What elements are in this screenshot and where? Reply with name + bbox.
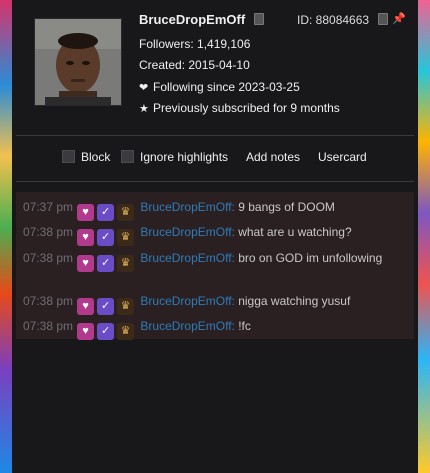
- message-username[interactable]: BruceDropEmOff:: [140, 225, 234, 239]
- wallpaper-left: [0, 0, 12, 473]
- copy-icon[interactable]: [254, 13, 265, 25]
- chat-message[interactable]: 07:37 pm ♥ ✓ ♛ BruceDropEmOff: 9 bangs of D…: [23, 198, 408, 221]
- user-id-text: ID: 88084663: [297, 13, 370, 27]
- username-title: BruceDropEmOff: [139, 12, 265, 27]
- ignore-highlights-label: Ignore highlights: [140, 150, 229, 164]
- divider-bottom: [16, 181, 414, 182]
- ignore-highlights-toggle[interactable]: Ignore highlights: [121, 150, 228, 164]
- usercard-popup: BruceDropEmOff ID: 88084663 📌 Followers:…: [12, 0, 418, 473]
- timestamp: 07:38 pm: [23, 319, 74, 333]
- chat-message[interactable]: 07:38 pm ♥ ✓ ♛ BruceDropEmOff: !fc: [23, 317, 408, 340]
- following-since-text: Following since 2023-03-25: [153, 80, 300, 94]
- message-username[interactable]: BruceDropEmOff:: [140, 251, 234, 265]
- verified-badge-icon[interactable]: ✓: [97, 229, 115, 246]
- wallpaper-right: [418, 0, 430, 473]
- block-label: Block: [81, 150, 111, 164]
- subscriber-badge-icon[interactable]: ♥: [77, 229, 95, 246]
- message-text: 9 bangs of DOOM: [238, 200, 335, 214]
- message-username[interactable]: BruceDropEmOff:: [140, 294, 234, 308]
- block-checkbox[interactable]: [62, 150, 75, 163]
- crown-badge-icon[interactable]: ♛: [117, 323, 135, 340]
- subscriber-badge-icon[interactable]: ♥: [77, 298, 95, 315]
- usercard-button[interactable]: Usercard: [318, 150, 367, 164]
- divider-top: [16, 135, 414, 136]
- copy-id-icon[interactable]: [378, 13, 389, 25]
- message-text: !fc: [238, 319, 251, 333]
- message-text: what are u watching?: [238, 225, 352, 239]
- ignore-highlights-checkbox[interactable]: [121, 150, 134, 163]
- avatar[interactable]: [34, 18, 122, 106]
- crown-badge-icon[interactable]: ♛: [117, 255, 135, 272]
- verified-badge-icon[interactable]: ✓: [97, 323, 115, 340]
- avatar-image: [35, 19, 121, 105]
- crown-badge-icon[interactable]: ♛: [117, 298, 135, 315]
- timestamp: 07:37 pm: [23, 200, 74, 214]
- timestamp: 07:38 pm: [23, 225, 74, 239]
- pin-icon[interactable]: 📌: [392, 12, 406, 25]
- user-id: ID: 88084663: [297, 13, 389, 27]
- followers-count: Followers: 1,419,106: [139, 37, 251, 51]
- subscriber-badge-icon[interactable]: ♥: [77, 204, 95, 221]
- subscriber-badge-icon[interactable]: ♥: [77, 323, 95, 340]
- subscriber-badge-icon[interactable]: ♥: [77, 255, 95, 272]
- message-text: bro on GOD im unfollowing: [238, 251, 383, 265]
- crown-badge-icon[interactable]: ♛: [117, 204, 135, 221]
- verified-badge-icon[interactable]: ✓: [97, 298, 115, 315]
- crown-badge-icon[interactable]: ♛: [117, 229, 135, 246]
- star-icon: ★: [139, 103, 149, 115]
- previous-subscription: ★ Previously subscribed for 9 months: [139, 101, 340, 115]
- block-toggle[interactable]: Block: [62, 150, 110, 164]
- chat-message[interactable]: 07:38 pm ♥ ✓ ♛ BruceDropEmOff: bro on GOD i…: [23, 249, 408, 272]
- message-log[interactable]: 07:37 pm ♥ ✓ ♛ BruceDropEmOff: 9 bangs of D…: [16, 192, 414, 340]
- chat-message[interactable]: 07:38 pm ♥ ✓ ♛ BruceDropEmOff: nigga watchi…: [23, 292, 408, 315]
- timestamp: 07:38 pm: [23, 294, 74, 308]
- chat-message[interactable]: 07:38 pm ♥ ✓ ♛ BruceDropEmOff: what are u w…: [23, 223, 408, 246]
- add-notes-button[interactable]: Add notes: [246, 150, 300, 164]
- message-text: nigga watching yusuf: [238, 294, 351, 308]
- created-date: Created: 2015-04-10: [139, 58, 250, 72]
- timestamp: 07:38 pm: [23, 251, 74, 265]
- verified-badge-icon[interactable]: ✓: [97, 204, 115, 221]
- following-since: ❤ Following since 2023-03-25: [139, 80, 300, 94]
- heart-icon: ❤: [139, 82, 149, 94]
- username-text[interactable]: BruceDropEmOff: [139, 12, 245, 27]
- verified-badge-icon[interactable]: ✓: [97, 255, 115, 272]
- message-username[interactable]: BruceDropEmOff:: [140, 200, 234, 214]
- previous-subscription-text: Previously subscribed for 9 months: [153, 101, 340, 115]
- message-username[interactable]: BruceDropEmOff:: [140, 319, 234, 333]
